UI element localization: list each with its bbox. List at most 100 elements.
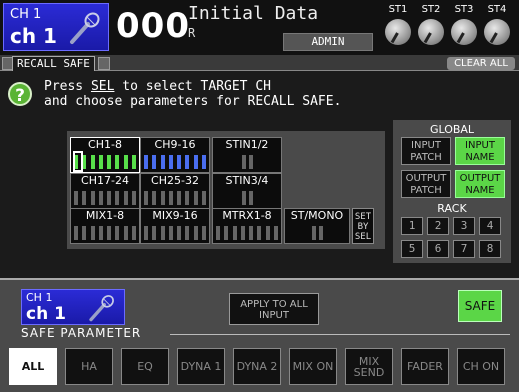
channel-bar [168, 155, 173, 169]
channel-group-ch25-32[interactable]: CH25-32 [140, 173, 210, 209]
apply-to-all-input-button[interactable]: APPLY TO ALL INPUT [229, 293, 319, 325]
st3-knob[interactable]: ST3 [449, 4, 479, 52]
param-button-eq[interactable]: EQ [121, 348, 169, 385]
channel-strip-bars [216, 226, 278, 240]
knob-icon [484, 19, 510, 45]
st1-knob[interactable]: ST1 [383, 4, 413, 52]
tab-recall-safe[interactable]: RECALL SAFE [12, 56, 95, 71]
channel-group-mix1-8[interactable]: MIX1-8 [70, 208, 140, 244]
tab-strip: RECALL SAFE CLEAR ALL [0, 55, 519, 71]
global-title: GLOBAL [429, 123, 475, 136]
channel-bar [248, 191, 253, 205]
channel-group-ch9-16[interactable]: CH9-16 [140, 137, 210, 173]
selection-cursor [73, 151, 83, 172]
output-name-button[interactable]: OUTPUT NAME [455, 170, 505, 198]
channel-group-st-mono[interactable]: ST/MONO [284, 208, 350, 244]
param-button-ha[interactable]: HA [65, 348, 113, 385]
selected-channel-box[interactable]: CH 1 ch 1 [3, 3, 109, 51]
channel-group-label: CH1-8 [88, 138, 122, 151]
channel-name: ch 1 [10, 24, 57, 48]
output-patch-button[interactable]: OUTPUT PATCH [401, 170, 451, 198]
channel-group-mtrx1-8[interactable]: MTRX1-8 [212, 208, 282, 244]
channel-bar [82, 191, 87, 205]
channel-bar [201, 191, 206, 205]
safe-parameter-label: SAFE PARAMETER [21, 326, 142, 340]
channel-bar [98, 155, 103, 169]
rack-button-7[interactable]: 7 [453, 240, 475, 258]
divider [170, 334, 510, 335]
channel-bar [152, 155, 157, 169]
channel-strip-bars [144, 191, 206, 205]
set-by-sel-button[interactable]: SET BY SEL [352, 208, 374, 244]
channel-group-label: CH25-32 [151, 174, 199, 187]
st2-label: ST2 [421, 4, 441, 15]
rack-button-3[interactable]: 3 [453, 217, 475, 235]
channel-bar [90, 191, 95, 205]
param-button-mix-send[interactable]: MIX SEND [345, 348, 393, 385]
input-name-button[interactable]: INPUT NAME [455, 137, 505, 165]
param-button-dyna-2[interactable]: DYNA 2 [233, 348, 281, 385]
channel-strip-bars [74, 155, 136, 169]
st3-label: ST3 [454, 4, 474, 15]
st2-knob[interactable]: ST2 [416, 4, 446, 52]
scene-number[interactable]: 000 [116, 6, 190, 46]
channel-bar [168, 226, 173, 240]
channel-bar [249, 226, 254, 240]
tab-stub-right[interactable] [98, 57, 110, 70]
channel-bar [123, 155, 128, 169]
channel-group-label: STIN1/2 [225, 138, 269, 151]
rack-button-6[interactable]: 6 [427, 240, 449, 258]
help-text: Press SEL to select TARGET CH and choose… [44, 79, 341, 109]
channel-bar [224, 226, 229, 240]
channel-group-stin3-4[interactable]: STIN3/4 [212, 173, 282, 209]
channel-group-stin1-2[interactable]: STIN1/2 [212, 137, 282, 173]
safe-button[interactable]: SAFE [458, 290, 502, 322]
channel-bar [201, 226, 206, 240]
input-patch-button[interactable]: INPUT PATCH [401, 137, 451, 165]
param-button-all[interactable]: ALL [9, 348, 57, 385]
channel-group-label: MIX1-8 [85, 209, 125, 222]
param-button-fader[interactable]: FADER [401, 348, 449, 385]
rack-button-8[interactable]: 8 [479, 240, 501, 258]
target-channel-box: CH 1 ch 1 [21, 289, 125, 325]
clear-all-button[interactable]: CLEAR ALL [447, 57, 515, 70]
channel-bar [90, 155, 95, 169]
st1-label: ST1 [388, 4, 408, 15]
channel-group-mix9-16[interactable]: MIX9-16 [140, 208, 210, 244]
rack-button-2[interactable]: 2 [427, 217, 449, 235]
question-mark-icon: ? [8, 82, 32, 106]
channel-bar [177, 226, 182, 240]
param-button-ch-on[interactable]: CH ON [457, 348, 505, 385]
channel-bar [265, 226, 270, 240]
user-badge: ADMIN [283, 33, 373, 51]
channel-strip-bars [144, 155, 206, 169]
channel-bar [115, 155, 120, 169]
global-rack-panel: GLOBAL INPUT PATCH INPUT NAME OUTPUT PAT… [393, 120, 511, 263]
channel-bar [74, 191, 78, 205]
channel-bar [185, 191, 190, 205]
channel-bar [318, 226, 323, 240]
channel-bar [152, 226, 157, 240]
channel-group-label: ST/MONO [290, 209, 344, 222]
st4-knob[interactable]: ST4 [482, 4, 512, 52]
safe-parameter-panel: CH 1 ch 1 APPLY TO ALL INPUT SAFE SAFE P… [0, 278, 519, 392]
rack-button-4[interactable]: 4 [479, 217, 501, 235]
channel-strip-bars [216, 191, 278, 205]
channel-group-label: CH9-16 [154, 138, 196, 151]
param-button-mix-on[interactable]: MIX ON [289, 348, 337, 385]
channel-bar [201, 155, 206, 169]
channel-group-ch1-8[interactable]: CH1-8 [70, 137, 140, 173]
channel-bar [240, 226, 245, 240]
header-bar: CH 1 ch 1 000 Initial Data R ADMIN ST1 S… [0, 0, 519, 55]
channel-bar [115, 226, 120, 240]
channel-bar [160, 191, 165, 205]
channel-bar [74, 226, 78, 240]
param-button-dyna-1[interactable]: DYNA 1 [177, 348, 225, 385]
microphone-icon [89, 295, 114, 322]
channel-bar [123, 191, 128, 205]
rack-button-5[interactable]: 5 [401, 240, 423, 258]
channel-group-ch17-24[interactable]: CH17-24 [70, 173, 140, 209]
channel-bar [107, 191, 112, 205]
rack-button-1[interactable]: 1 [401, 217, 423, 235]
scene-title: Initial Data [188, 3, 319, 24]
